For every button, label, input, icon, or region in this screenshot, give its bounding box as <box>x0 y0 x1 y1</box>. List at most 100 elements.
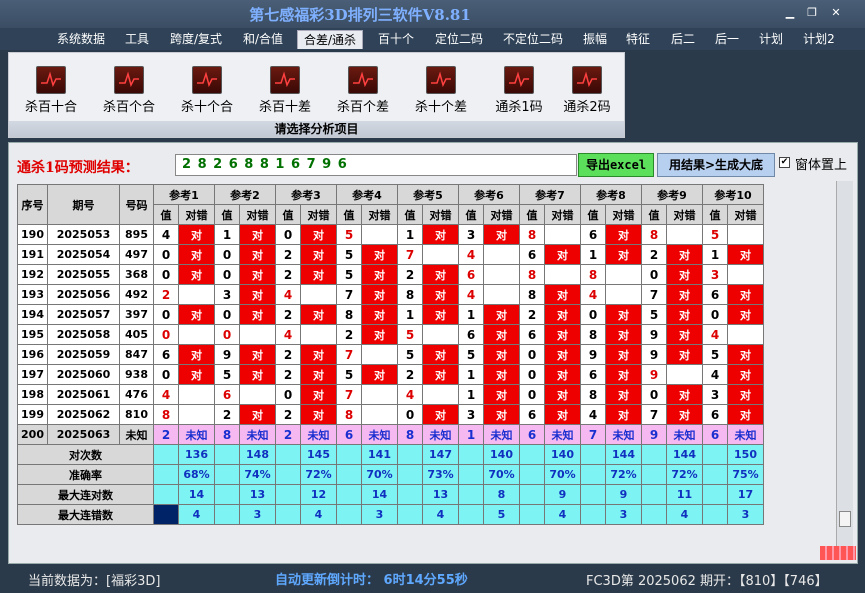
ribbon-button-kill-bg-diff[interactable]: 杀百个差 <box>331 66 395 116</box>
stats-spacer <box>214 464 240 485</box>
miss-cell <box>666 224 703 245</box>
always-on-top-checkbox[interactable]: ✔ <box>779 157 790 168</box>
stats-value: 17 <box>727 484 764 505</box>
menu-features[interactable]: 特征 <box>620 30 656 49</box>
ref-value: 8 <box>641 224 667 245</box>
ref-value: 4 <box>275 284 301 305</box>
status-current-data: 当前数据为：[福彩3D] <box>28 574 161 589</box>
row-number: 847 <box>119 344 154 365</box>
ref-value: 7 <box>641 404 667 425</box>
hit-mark: 对 <box>666 324 703 345</box>
table-row[interactable]: 197 2025060 938 0 对 5 对 2 对 5 对 2 对 1 对 0 对 6 对 9 4 对 <box>17 364 764 385</box>
row-seq: 197 <box>17 364 48 385</box>
ref-value: 5 <box>702 224 728 245</box>
resize-grip[interactable] <box>820 546 856 560</box>
close-button[interactable]: ✕ <box>826 6 846 20</box>
stats-value: 75% <box>727 464 764 485</box>
menu-amplitude[interactable]: 振幅 <box>577 30 613 49</box>
menu-diff-kill[interactable]: 合差/通杀 <box>297 30 363 49</box>
menu-fixed-two[interactable]: 定位二码 <box>428 30 490 49</box>
ref-value: 6 <box>519 424 545 445</box>
stats-spacer <box>458 504 484 525</box>
ref-value: 8 <box>580 384 606 405</box>
table-row[interactable]: 196 2025059 847 6 对 9 对 2 对 7 5 对 5 对 0 对 9 对 9 对 5 对 <box>17 344 764 365</box>
menu-back-two[interactable]: 后二 <box>665 30 701 49</box>
stats-spacer <box>153 464 179 485</box>
maximize-button[interactable]: ❐ <box>802 6 822 20</box>
menu-span[interactable]: 跨度/复式 <box>163 30 229 49</box>
stats-value: 147 <box>422 444 459 465</box>
ribbon-button-kill-sg-sum[interactable]: 杀十个合 <box>175 66 239 116</box>
hit-mark: 对 <box>483 224 520 245</box>
stats-row: 准确率 68% 74% 72% 70% 73% 70% 70% 72% 72% 75% <box>17 464 764 485</box>
row-seq: 195 <box>17 324 48 345</box>
stats-value: 4 <box>666 504 703 525</box>
export-excel-button[interactable]: 导出excel <box>578 153 654 177</box>
vertical-scrollbar[interactable] <box>836 181 853 559</box>
miss-cell <box>178 384 215 405</box>
ribbon-button-kill-one[interactable]: 通杀1码 <box>487 66 551 116</box>
menu-tools[interactable]: 工具 <box>118 30 156 49</box>
always-on-top-label: 窗体置上 <box>795 158 848 173</box>
miss-cell <box>422 384 459 405</box>
ribbon-button-kill-two[interactable]: 通杀2码 <box>555 66 619 116</box>
ribbon-button-kill-bg-sum[interactable]: 杀百个合 <box>97 66 161 116</box>
ref-value: 6 <box>519 324 545 345</box>
pending-mark: 未知 <box>605 424 642 445</box>
menu-system-data[interactable]: 系统数据 <box>50 30 112 49</box>
stats-spacer <box>580 464 606 485</box>
ribbon-button-label: 杀百个合 <box>102 100 155 115</box>
header-right-wrong: 对错 <box>300 204 337 225</box>
miss-cell <box>300 324 337 345</box>
table-row[interactable]: 199 2025062 810 8 2 对 2 对 8 0 对 3 对 6 对 4 对 7 对 6 对 <box>17 404 764 425</box>
status-latest-draw: FC3D第 2025062 期开：【810】【746】 <box>586 574 828 589</box>
table-row[interactable]: 195 2025058 405 0 0 4 2 对 5 6 对 6 对 8 对 9 对 4 <box>17 324 764 345</box>
prediction-result-field[interactable]: 2 8 2 6 8 8 1 6 7 9 6 <box>175 154 577 176</box>
row-number: 492 <box>119 284 154 305</box>
stats-spacer <box>458 484 484 505</box>
row-issue: 2025057 <box>47 304 120 325</box>
ref-value: 6 <box>702 424 728 445</box>
stats-value: 136 <box>178 444 215 465</box>
ref-value: 6 <box>153 344 179 365</box>
ribbon-button-kill-bs-sum[interactable]: 杀百十合 <box>19 66 83 116</box>
table-row[interactable]: 192 2025055 368 0 对 0 对 2 对 5 对 2 对 6 8 8 0 对 3 <box>17 264 764 285</box>
header-right-wrong: 对错 <box>239 204 276 225</box>
minimize-button[interactable]: ▁ <box>780 6 800 20</box>
ribbon-panel: 杀百十合 杀百个合 杀十个合 杀百十差 杀百个差 杀十个差 通杀1码 通杀2码 … <box>8 52 625 138</box>
hit-mark: 对 <box>239 244 276 265</box>
stats-spacer <box>275 464 301 485</box>
pending-mark: 未知 <box>727 424 764 445</box>
stats-spacer <box>641 484 667 505</box>
ref-value: 2 <box>336 324 362 345</box>
ribbon-button-kill-sg-diff[interactable]: 杀十个差 <box>409 66 473 116</box>
stats-spacer <box>519 504 545 525</box>
miss-cell <box>361 404 398 425</box>
hit-mark: 对 <box>239 344 276 365</box>
row-seq: 190 <box>17 224 48 245</box>
table-row-pending[interactable]: 200 2025063 未知 2 未知 8 未知 2 未知 6 未知 8 未知 1 未知 6 未知 7 未知 9 未知 6… <box>17 424 764 445</box>
row-number: 497 <box>119 244 154 265</box>
hit-mark: 对 <box>239 264 276 285</box>
table-row[interactable]: 194 2025057 397 0 对 0 对 2 对 8 对 1 对 1 对 2 对 0 对 5 对 0 对 <box>17 304 764 325</box>
ref-value: 0 <box>397 404 423 425</box>
ref-value: 7 <box>336 384 362 405</box>
ribbon-button-kill-bs-diff[interactable]: 杀百十差 <box>253 66 317 116</box>
generate-base-button[interactable]: 用结果>生成大底 <box>657 153 775 177</box>
menu-plan2[interactable]: 计划2 <box>797 30 841 49</box>
table-row[interactable]: 190 2025053 895 4 对 1 对 0 对 5 1 对 3 对 8 6 对 8 5 <box>17 224 764 245</box>
stats-value: 141 <box>361 444 398 465</box>
chart-icon <box>572 66 602 94</box>
table-row[interactable]: 191 2025054 497 0 对 0 对 2 对 5 对 7 4 6 对 1 对 2 对 1 对 <box>17 244 764 265</box>
pending-mark: 未知 <box>544 424 581 445</box>
menu-positions[interactable]: 百十个 <box>370 30 422 49</box>
menu-unfixed-two[interactable]: 不定位二码 <box>496 30 570 49</box>
menu-sum[interactable]: 和/合值 <box>236 30 290 49</box>
hit-mark: 对 <box>422 364 459 385</box>
scrollbar-thumb[interactable] <box>839 511 851 527</box>
table-row[interactable]: 193 2025056 492 2 3 对 4 7 对 8 对 4 8 对 4 7 对 6 对 <box>17 284 764 305</box>
menu-back-one[interactable]: 后一 <box>709 30 745 49</box>
menu-plan[interactable]: 计划 <box>753 30 789 49</box>
table-row[interactable]: 198 2025061 476 4 6 0 对 7 4 1 对 0 对 8 对 0 对 3 对 <box>17 384 764 405</box>
header-seq: 序号 <box>17 184 48 225</box>
